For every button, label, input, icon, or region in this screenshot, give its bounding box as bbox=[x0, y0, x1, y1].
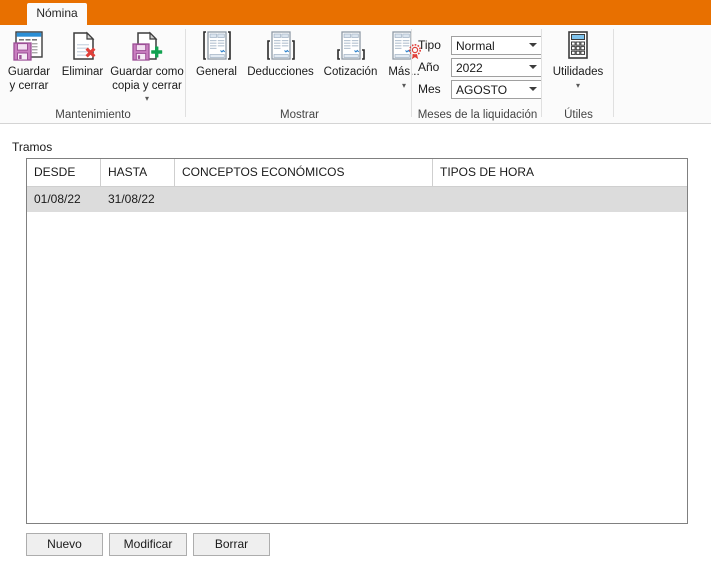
field-tipo: Tipo Normal bbox=[418, 36, 542, 55]
eliminar-button[interactable]: Eliminar bbox=[57, 28, 108, 80]
guardar-como-copia-y-cerrar-label: Guardar como copia y cerrar bbox=[110, 66, 184, 92]
ribbon-group-mostrar: General Deducciones Cotización Más... ▾ … bbox=[187, 25, 421, 123]
group-label-mantenimiento: Mantenimiento bbox=[55, 109, 131, 121]
group-label-mostrar: Mostrar bbox=[280, 109, 319, 121]
ribbon-group-utiles: Utilidades ▾ Útiles bbox=[543, 25, 614, 123]
field-mes-label: Mes bbox=[418, 82, 441, 96]
ribbon-group-mantenimiento: Guardar y cerrar Eliminar Guardar como c… bbox=[0, 25, 186, 123]
group-separator-4 bbox=[613, 29, 614, 117]
field-mes: Mes AGOSTO bbox=[418, 80, 542, 99]
cotizacion-label: Cotización bbox=[323, 66, 378, 78]
save-copy-icon bbox=[108, 28, 186, 64]
report-deducciones-icon bbox=[243, 28, 318, 64]
cell-hasta: 31/08/22 bbox=[108, 192, 155, 206]
ribbon-group-meses-liquidacion: Tipo Normal Año 2022 Mes AGOSTO Meses de… bbox=[413, 25, 542, 123]
utilidades-label: Utilidades bbox=[552, 66, 604, 78]
ano-value: 2022 bbox=[456, 61, 483, 75]
group-separator-2 bbox=[411, 29, 412, 117]
chevron-down-icon bbox=[529, 43, 537, 47]
section-label-tramos: Tramos bbox=[12, 140, 53, 154]
field-tipo-label: Tipo bbox=[418, 38, 441, 52]
column-header-tipos-de-hora[interactable]: TIPOS DE HORA bbox=[433, 159, 687, 186]
guardar-y-cerrar-button[interactable]: Guardar y cerrar bbox=[2, 28, 56, 93]
tipo-dropdown[interactable]: Normal bbox=[451, 36, 542, 55]
guardar-y-cerrar-label: Guardar y cerrar bbox=[7, 66, 51, 92]
group-separator-1 bbox=[185, 29, 186, 117]
cell-tipos-de-hora bbox=[433, 187, 687, 212]
eliminar-label: Eliminar bbox=[61, 66, 104, 78]
cell-conceptos-economicos bbox=[175, 187, 433, 212]
title-bar: Nómina bbox=[0, 0, 711, 25]
calculator-icon bbox=[547, 28, 609, 64]
chevron-down-icon bbox=[529, 87, 537, 91]
tipo-value: Normal bbox=[456, 39, 495, 53]
cotizacion-button[interactable]: Cotización bbox=[318, 28, 383, 80]
ribbon: Guardar y cerrar Eliminar Guardar como c… bbox=[0, 25, 711, 124]
grid-header-row: DESDE HASTA CONCEPTOS ECONÓMICOS TIPOS D… bbox=[27, 159, 687, 187]
utilidades-button[interactable]: Utilidades ▾ bbox=[547, 28, 609, 90]
field-ano: Año 2022 bbox=[418, 58, 542, 77]
tramos-grid[interactable]: DESDE HASTA CONCEPTOS ECONÓMICOS TIPOS D… bbox=[26, 158, 688, 524]
deducciones-label: Deducciones bbox=[247, 66, 314, 78]
main-content: Tramos DESDE HASTA CONCEPTOS ECONÓMICOS … bbox=[0, 124, 711, 577]
report-general-icon bbox=[190, 28, 243, 64]
general-button[interactable]: General bbox=[190, 28, 243, 80]
cell-desde: 01/08/22 bbox=[34, 192, 81, 206]
column-header-hasta[interactable]: HASTA bbox=[101, 159, 175, 186]
chevron-down-icon bbox=[529, 65, 537, 69]
general-label: General bbox=[196, 66, 237, 78]
column-header-conceptos-economicos[interactable]: CONCEPTOS ECONÓMICOS bbox=[175, 159, 433, 186]
column-header-desde[interactable]: DESDE bbox=[27, 159, 101, 186]
mes-value: AGOSTO bbox=[456, 83, 508, 97]
grid-action-buttons: Nuevo Modificar Borrar bbox=[26, 533, 270, 556]
guardar-como-copia-y-cerrar-button[interactable]: Guardar como copia y cerrar ▾ bbox=[108, 28, 186, 103]
mes-dropdown[interactable]: AGOSTO bbox=[451, 80, 542, 99]
tab-nomina[interactable]: Nómina bbox=[27, 3, 87, 25]
field-ano-label: Año bbox=[418, 60, 440, 74]
modificar-button[interactable]: Modificar bbox=[109, 533, 187, 556]
deducciones-button[interactable]: Deducciones bbox=[243, 28, 318, 80]
guardar-como-copia-caret[interactable]: ▾ bbox=[108, 94, 186, 103]
utilidades-caret[interactable]: ▾ bbox=[547, 81, 609, 90]
ano-dropdown[interactable]: 2022 bbox=[451, 58, 542, 77]
report-cotizacion-icon bbox=[318, 28, 383, 64]
group-label-utiles: Útiles bbox=[564, 109, 593, 121]
group-label-meses-liquidacion: Meses de la liquidación bbox=[417, 109, 538, 121]
borrar-button[interactable]: Borrar bbox=[193, 533, 270, 556]
document-delete-icon bbox=[57, 28, 108, 64]
table-row[interactable]: 01/08/22 31/08/22 bbox=[27, 187, 687, 212]
tab-nomina-label: Nómina bbox=[36, 6, 78, 20]
nuevo-button[interactable]: Nuevo bbox=[26, 533, 103, 556]
group-separator-3 bbox=[541, 29, 542, 117]
save-window-icon bbox=[2, 28, 56, 64]
